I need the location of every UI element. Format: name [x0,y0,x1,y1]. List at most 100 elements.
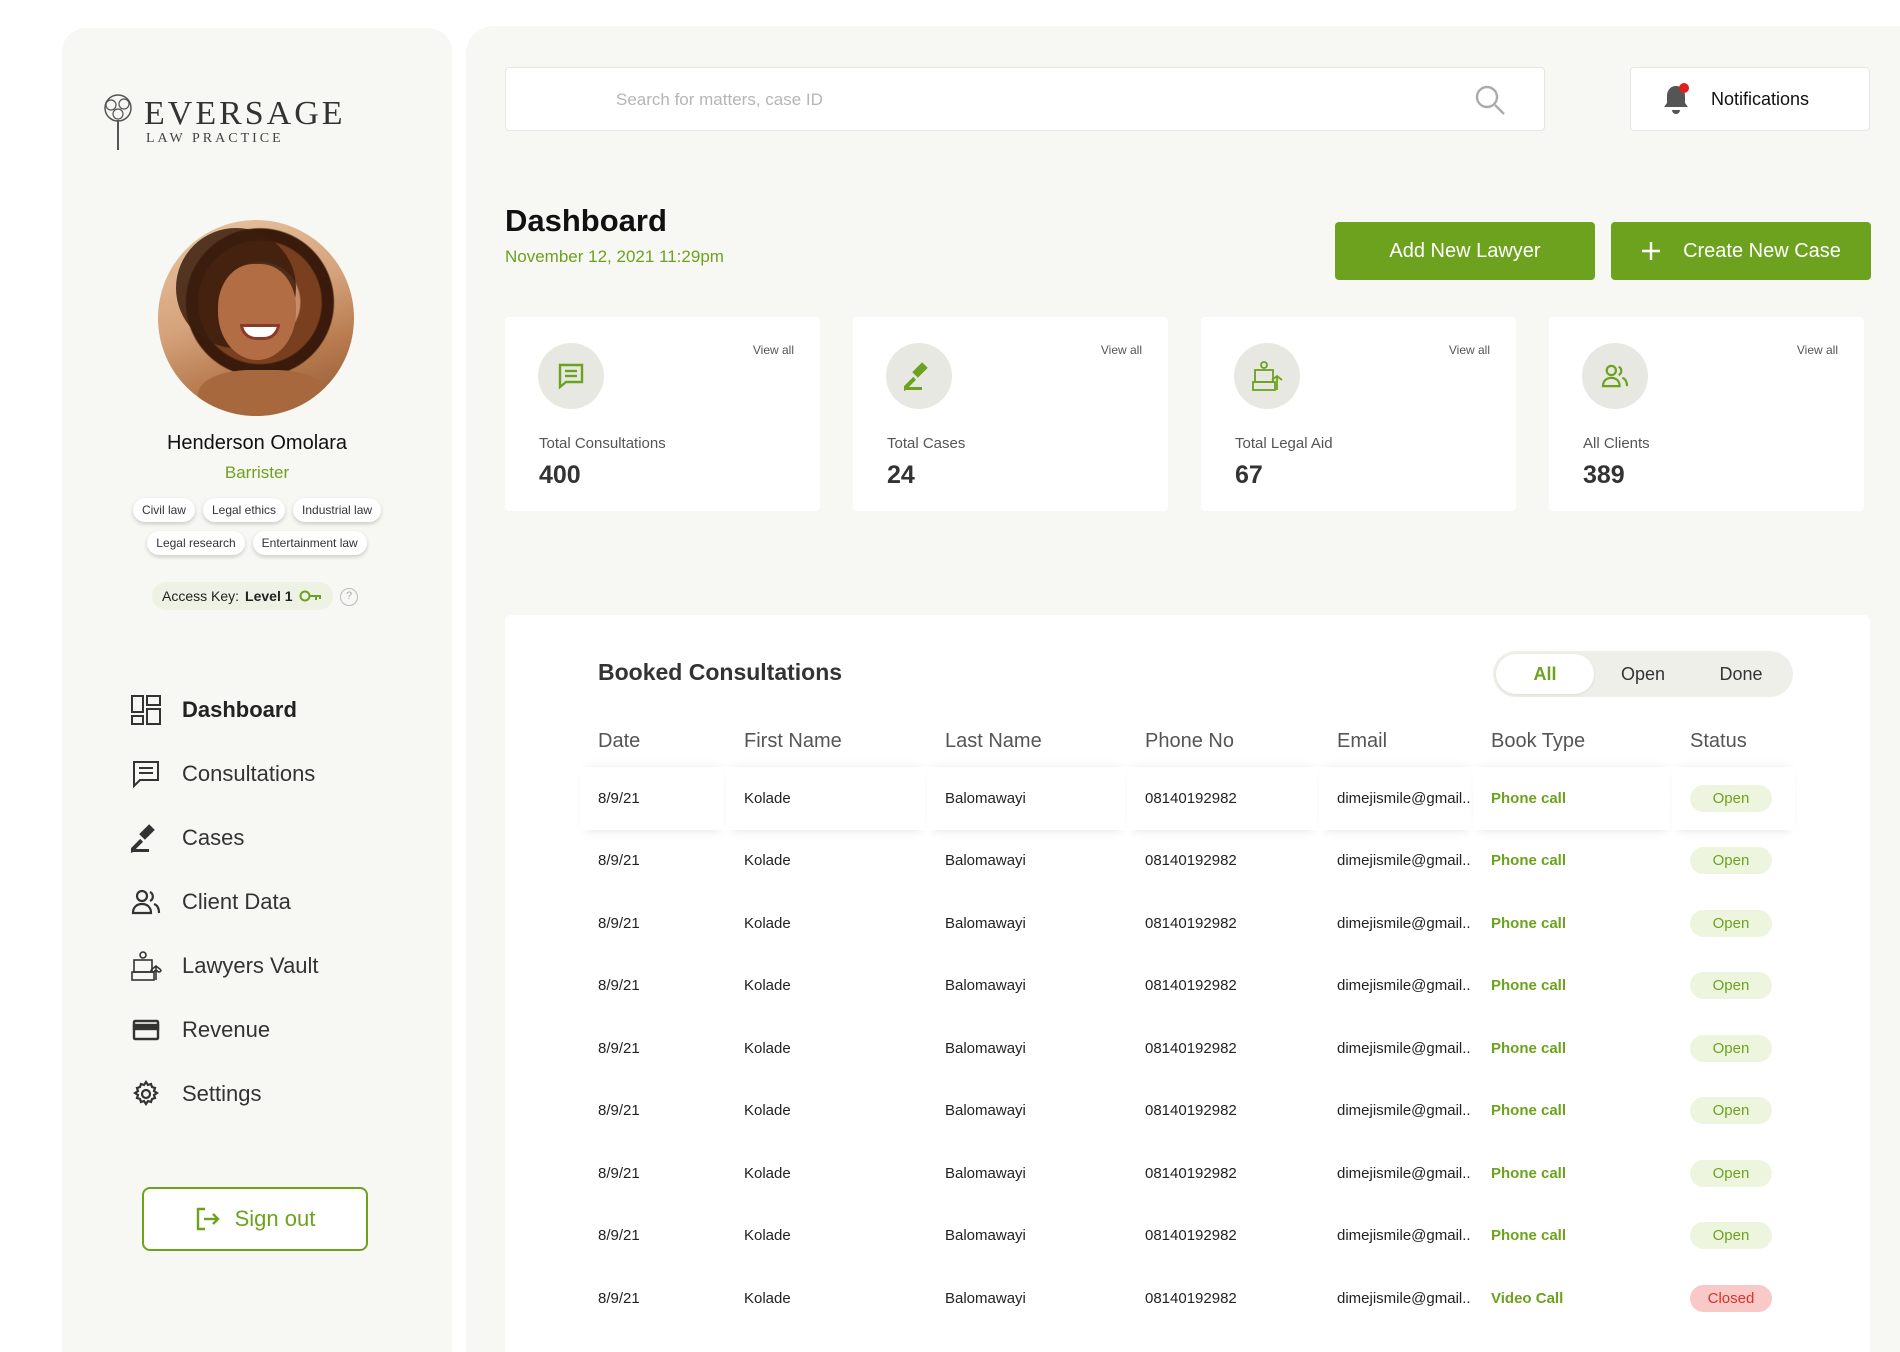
cell-status: Open [1672,1017,1795,1080]
cell-email: dimejismile@gmail.. [1337,1289,1471,1307]
cell-status: Open [1672,892,1795,955]
cell-first-name: Kolade [744,1102,791,1120]
table-row[interactable]: 8/9/21 Kolade Balomawayi 08140192982 dimejis… [580,1080,1795,1143]
cell-last-name: Balomawayi [945,914,1026,932]
cell-date: 8/9/21 [598,914,640,932]
cell-status: Open [1672,767,1795,830]
table-row[interactable]: 8/9/21 Kolade Balomawayi 08140192982 dimejis… [580,1017,1795,1080]
cell-last-name: Balomawayi [945,1102,1026,1120]
sidebar-item-settings[interactable]: Settings [130,1062,319,1126]
tag-legal-research[interactable]: Legal research [147,531,245,555]
table-body: 8/9/21 Kolade Balomawayi 08140192982 dimejis… [580,767,1795,1330]
cell-status: Open [1672,1142,1795,1205]
help-icon[interactable]: ? [340,588,358,606]
sidebar-item-lawyers-vault[interactable]: Lawyers Vault [130,934,319,998]
view-all-link[interactable]: View all [1449,343,1490,357]
notifications-button[interactable]: Notifications [1630,67,1870,131]
tree-logo-icon [104,94,132,150]
dashboard-icon [130,694,162,726]
stat-value: 400 [539,461,581,489]
sidebar-item-dashboard[interactable]: Dashboard [130,678,319,742]
cell-last-name: Balomawayi [945,1289,1026,1307]
column-header-first-name[interactable]: First Name [726,715,927,767]
cell-last-name: Balomawayi [945,852,1026,870]
people-icon [130,886,162,918]
cell-status: Open [1672,1205,1795,1268]
status-badge: Closed [1690,1284,1772,1312]
column-header-email[interactable]: Email [1319,715,1473,767]
sidebar-item-client-data[interactable]: Client Data [130,870,319,934]
tag-legal-ethics[interactable]: Legal ethics [202,498,286,522]
column-header-phone[interactable]: Phone No [1127,715,1319,767]
page-date: November 12, 2021 11:29pm [505,247,724,266]
sidebar-item-label: Dashboard [182,697,297,722]
table-row[interactable]: 8/9/21 Kolade Balomawayi 08140192982 dimejis… [580,767,1795,830]
cell-phone: 08140192982 [1145,1039,1237,1057]
view-all-link[interactable]: View all [1797,343,1838,357]
status-badge: Open [1690,847,1772,875]
brand-name: EVERSAGE [144,95,346,132]
add-new-lawyer-button[interactable]: Add New Lawyer [1335,222,1595,280]
status-badge: Open [1690,972,1772,1000]
sidebar-nav: Dashboard Consultations Cases Client Dat… [130,678,319,1126]
cell-email: dimejismile@gmail.. [1337,1227,1471,1245]
create-new-case-button[interactable]: Create New Case [1611,222,1871,280]
tag-civil-law[interactable]: Civil law [132,498,195,522]
filter-done[interactable]: Done [1692,654,1790,694]
cell-first-name: Kolade [744,914,791,932]
cell-date: 8/9/21 [598,1227,640,1245]
access-key-label: Access Key: [162,588,240,604]
column-header-last-name[interactable]: Last Name [927,715,1127,767]
view-all-link[interactable]: View all [1101,343,1142,357]
cell-book-type: Phone call [1491,1102,1567,1120]
cell-first-name: Kolade [744,977,791,995]
people-icon [1582,343,1648,409]
search-input[interactable] [616,86,1416,114]
sidebar-item-label: Client Data [182,889,291,914]
status-filter: All Open Done [1493,651,1793,697]
brand-logo[interactable]: EVERSAGE LAW PRACTICE [98,92,346,152]
brand-subtitle: LAW PRACTICE [146,131,284,146]
card-icon [130,1014,162,1046]
cell-date: 8/9/21 [598,1039,640,1057]
column-header-book-type[interactable]: Book Type [1473,715,1672,767]
cell-book-type: Phone call [1491,1164,1567,1182]
stat-value: 389 [1583,461,1625,489]
cell-book-type: Phone call [1473,767,1672,830]
column-header-date[interactable]: Date [580,715,726,767]
table-row[interactable]: 8/9/21 Kolade Balomawayi 08140192982 dimejis… [580,955,1795,1018]
cell-last-name: Balomawayi [945,1039,1026,1057]
consultations-table: Date First Name Last Name Phone No Email… [580,715,1795,1330]
tag-entertainment-law[interactable]: Entertainment law [252,531,367,555]
sidebar-item-consultations[interactable]: Consultations [130,742,319,806]
cell-last-name: Balomawayi [927,767,1127,830]
cell-book-type: Phone call [1491,977,1567,995]
sidebar-item-cases[interactable]: Cases [130,806,319,870]
stat-card-cases: View all Total Cases 24 [853,317,1168,511]
column-header-status[interactable]: Status [1672,715,1795,767]
cell-book-type: Phone call [1491,1227,1567,1245]
cell-first-name: Kolade [744,852,791,870]
search-icon[interactable] [1474,84,1506,116]
table-row[interactable]: 8/9/21 Kolade Balomawayi 08140192982 dimejis… [580,892,1795,955]
filter-open[interactable]: Open [1594,654,1692,694]
table-row[interactable]: 8/9/21 Kolade Balomawayi 08140192982 dimejis… [580,830,1795,893]
access-key-level: Level 1 [245,588,293,604]
cell-book-type: Phone call [1491,914,1567,932]
filter-all[interactable]: All [1496,654,1594,694]
cell-email: dimejismile@gmail.. [1319,767,1473,830]
cell-status: Open [1672,955,1795,1018]
tag-industrial-law[interactable]: Industrial law [293,498,382,522]
add-new-lawyer-label: Add New Lawyer [1389,239,1541,262]
sign-out-icon [196,1207,220,1231]
view-all-link[interactable]: View all [753,343,794,357]
table-row[interactable]: 8/9/21 Kolade Balomawayi 08140192982 dimejis… [580,1267,1795,1330]
avatar[interactable] [158,220,354,416]
cell-email: dimejismile@gmail.. [1337,1164,1471,1182]
sign-out-button[interactable]: Sign out [142,1187,368,1251]
status-badge: Open [1690,1097,1772,1125]
table-row[interactable]: 8/9/21 Kolade Balomawayi 08140192982 dimejis… [580,1205,1795,1268]
table-header-row: Date First Name Last Name Phone No Email… [580,715,1795,767]
table-row[interactable]: 8/9/21 Kolade Balomawayi 08140192982 dimejis… [580,1142,1795,1205]
sidebar-item-revenue[interactable]: Revenue [130,998,319,1062]
